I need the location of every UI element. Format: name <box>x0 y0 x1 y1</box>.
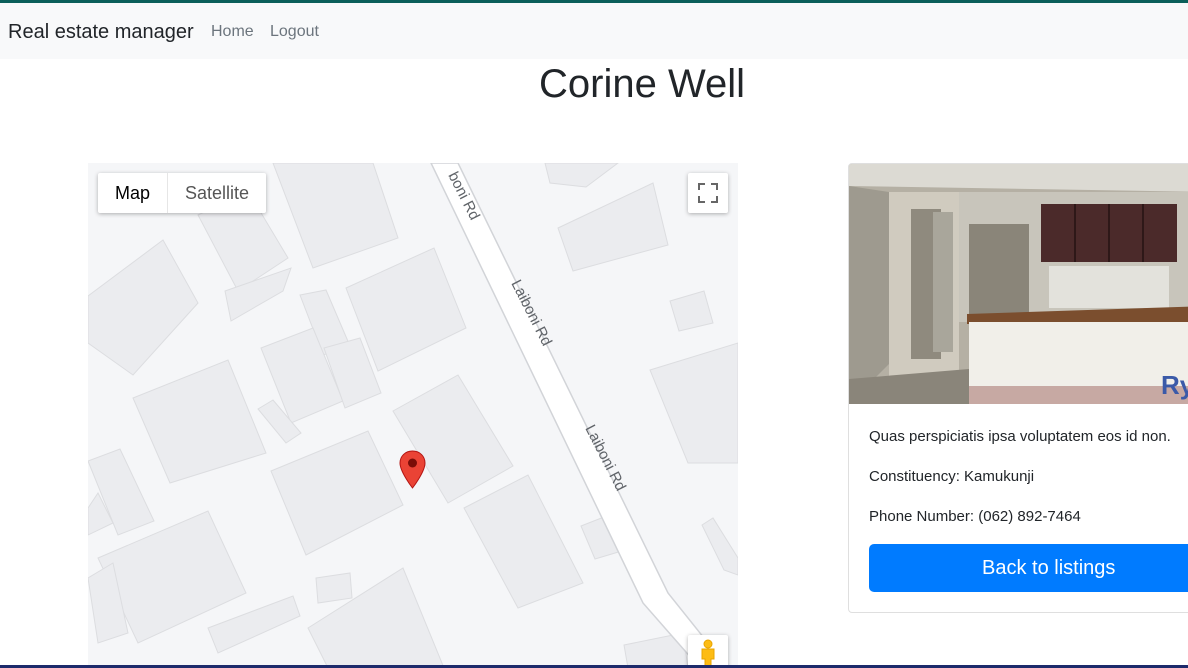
navbar: Real estate manager Home Logout <box>0 3 1188 59</box>
nav-link-logout[interactable]: Logout <box>270 23 319 41</box>
map-type-satellite-button[interactable]: Satellite <box>168 173 266 213</box>
nav-link-home[interactable]: Home <box>211 23 254 41</box>
page-title: Corine Well <box>539 62 745 106</box>
map-type-control: Map Satellite <box>98 173 267 213</box>
map-marker-icon[interactable] <box>399 450 426 490</box>
listing-constituency: Constituency: Kamukunji <box>869 468 1035 485</box>
map-type-map-button[interactable]: Map <box>98 173 167 213</box>
property-photo: Ry <box>849 164 1188 404</box>
svg-text:Ry: Ry <box>1161 370 1188 400</box>
fullscreen-button[interactable] <box>688 173 728 213</box>
fullscreen-icon <box>698 183 718 203</box>
pegman-icon <box>701 639 715 668</box>
navbar-brand[interactable]: Real estate manager <box>8 21 194 44</box>
map-tiles: boni Rd Laiboni Rd Laiboni Rd <box>88 163 738 668</box>
listing-description: Quas perspiciatis ipsa voluptatem eos id… <box>869 428 1171 445</box>
back-to-listings-button[interactable]: Back to listings <box>869 544 1188 592</box>
street-view-button[interactable] <box>688 635 728 668</box>
listing-phone: Phone Number: (062) 892-7464 <box>869 508 1081 525</box>
map-view[interactable]: boni Rd Laiboni Rd Laiboni Rd Map Satell… <box>88 163 738 668</box>
listing-card: Ry Quas perspiciatis ipsa voluptatem eos… <box>848 163 1188 613</box>
